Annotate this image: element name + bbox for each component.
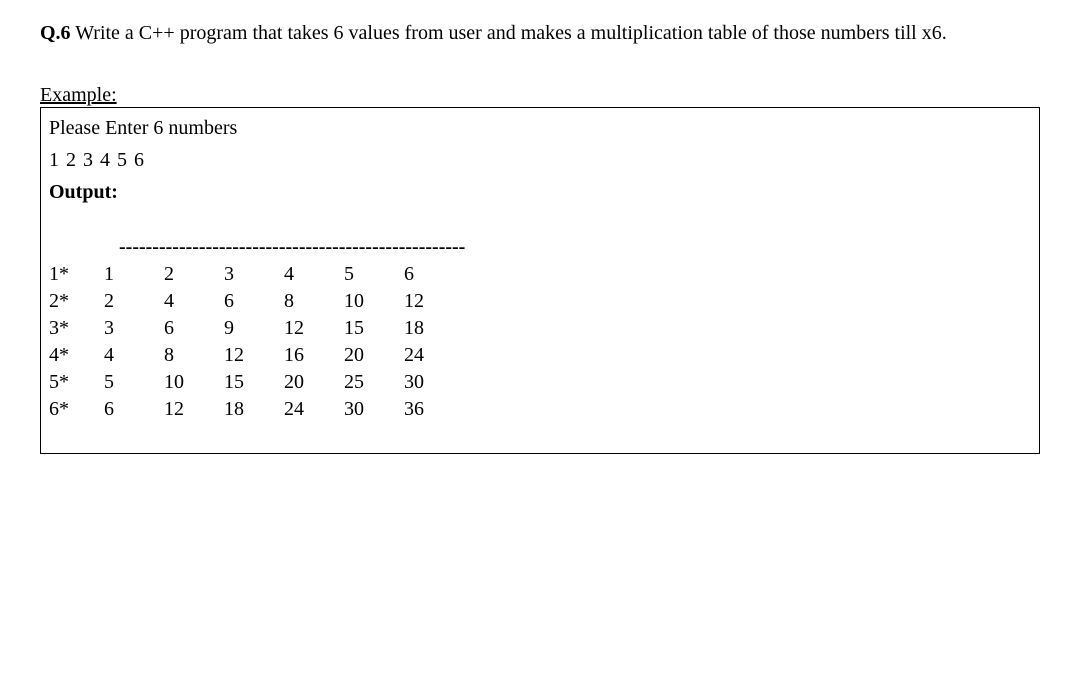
cell: 4 — [104, 342, 164, 369]
table-row: 2* 2 4 6 8 10 12 — [49, 288, 464, 315]
cell: 2 — [164, 261, 224, 288]
cell: 6 — [164, 315, 224, 342]
row-head: 6* — [49, 396, 104, 423]
cell: 6 — [404, 261, 464, 288]
cell: 10 — [344, 288, 404, 315]
prompt-text: Please Enter 6 numbers — [49, 112, 1031, 144]
table-row: 1* 1 2 3 4 5 6 — [49, 261, 464, 288]
dash-separator: ----------------------------------------… — [119, 236, 1031, 259]
table-row: 3* 3 6 9 12 15 18 — [49, 315, 464, 342]
question-text: Q.6 Write a C++ program that takes 6 val… — [40, 18, 1040, 48]
cell: 6 — [104, 396, 164, 423]
example-box: Please Enter 6 numbers 1 2 3 4 5 6 Outpu… — [40, 107, 1040, 454]
cell: 4 — [164, 288, 224, 315]
cell: 30 — [344, 396, 404, 423]
output-label: Output: — [49, 176, 1031, 208]
question-label: Q.6 — [40, 22, 71, 44]
cell: 4 — [284, 261, 344, 288]
cell: 20 — [344, 342, 404, 369]
cell: 20 — [284, 369, 344, 396]
cell: 9 — [224, 315, 284, 342]
mult-table: 1* 1 2 3 4 5 6 2* 2 4 6 8 10 12 3* 3 6 — [49, 261, 464, 423]
cell: 25 — [344, 369, 404, 396]
cell: 6 — [224, 288, 284, 315]
cell: 8 — [164, 342, 224, 369]
multiplication-table: ----------------------------------------… — [49, 236, 1031, 423]
cell: 15 — [224, 369, 284, 396]
cell: 12 — [404, 288, 464, 315]
cell: 24 — [284, 396, 344, 423]
cell: 10 — [164, 369, 224, 396]
cell: 1 — [104, 261, 164, 288]
row-head: 3* — [49, 315, 104, 342]
cell: 16 — [284, 342, 344, 369]
table-row: 5* 5 10 15 20 25 30 — [49, 369, 464, 396]
question-body: Write a C++ program that takes 6 values … — [71, 22, 947, 44]
cell: 12 — [224, 342, 284, 369]
cell: 24 — [404, 342, 464, 369]
cell: 2 — [104, 288, 164, 315]
cell: 18 — [404, 315, 464, 342]
cell: 36 — [404, 396, 464, 423]
table-row: 4* 4 8 12 16 20 24 — [49, 342, 464, 369]
cell: 30 — [404, 369, 464, 396]
input-values: 1 2 3 4 5 6 — [49, 144, 1031, 176]
row-head: 4* — [49, 342, 104, 369]
cell: 5 — [344, 261, 404, 288]
row-head: 2* — [49, 288, 104, 315]
cell: 3 — [224, 261, 284, 288]
cell: 5 — [104, 369, 164, 396]
cell: 12 — [284, 315, 344, 342]
row-head: 1* — [49, 261, 104, 288]
cell: 18 — [224, 396, 284, 423]
row-head: 5* — [49, 369, 104, 396]
cell: 8 — [284, 288, 344, 315]
cell: 12 — [164, 396, 224, 423]
table-row: 6* 6 12 18 24 30 36 — [49, 396, 464, 423]
cell: 15 — [344, 315, 404, 342]
example-label: Example: — [40, 84, 117, 107]
cell: 3 — [104, 315, 164, 342]
